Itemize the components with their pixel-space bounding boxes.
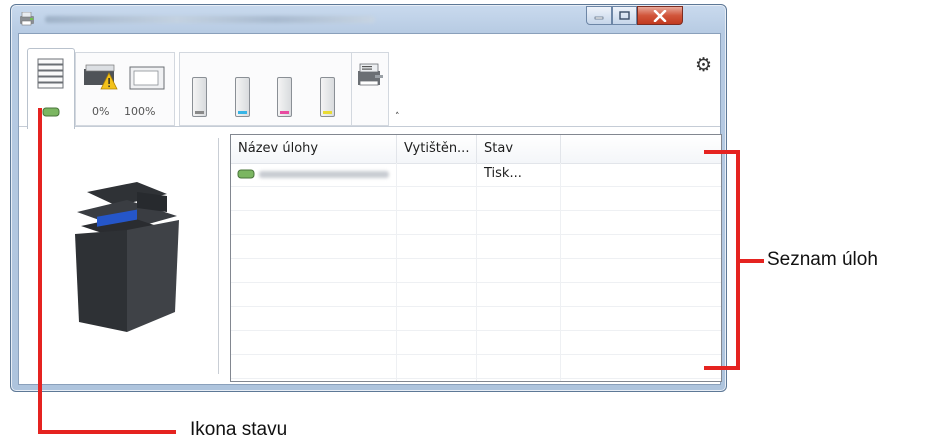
- maximize-button[interactable]: [612, 6, 637, 25]
- tray-percent-max: 100%: [124, 105, 156, 118]
- window-client-area: 0% 100% ˄ ⚙ Název úlohy Vytištěn... Stav…: [18, 33, 722, 385]
- status-toolbar: 0% 100% ˄ ⚙: [19, 34, 720, 129]
- table-row-empty: [231, 355, 721, 379]
- toner-magenta-icon: [277, 77, 292, 117]
- toner-cyan-level: [238, 111, 247, 114]
- job-list-callout-label: Seznam úloh: [767, 249, 878, 270]
- table-row-empty: [231, 259, 721, 283]
- panel-divider: [218, 138, 219, 374]
- toner-yellow-level: [323, 111, 332, 114]
- printer-device-icon: [358, 63, 383, 86]
- job-status-icon: [237, 169, 255, 179]
- job-list[interactable]: Název úlohy Vytištěn... Stav Tisk...: [230, 134, 722, 382]
- column-header-printed[interactable]: Vytištěn...: [397, 135, 477, 163]
- table-row-empty: [231, 283, 721, 307]
- job-status-cell: Tisk...: [484, 166, 522, 181]
- table-row-empty: [231, 211, 721, 235]
- table-row-empty: [231, 331, 721, 355]
- paper-tray-group[interactable]: 0% 100%: [75, 52, 175, 126]
- minimize-icon: [594, 16, 604, 19]
- toner-group[interactable]: [179, 52, 353, 126]
- table-row-empty: [231, 307, 721, 331]
- toner-yellow-icon: [320, 77, 335, 117]
- tab-jobs[interactable]: [27, 48, 75, 129]
- gear-icon[interactable]: ⚙: [695, 56, 712, 75]
- toner-magenta-level: [280, 111, 289, 114]
- printer-status-window: 0% 100% ˄ ⚙ Název úlohy Vytištěn... Stav…: [10, 4, 727, 392]
- paper-tray-warning-icon: [84, 64, 118, 90]
- device-tab[interactable]: [351, 52, 389, 126]
- status-callout-line: [38, 108, 42, 434]
- toner-cyan-icon: [235, 77, 250, 117]
- jobs-stack-icon: [37, 58, 64, 89]
- column-header-status[interactable]: Stav: [477, 135, 561, 163]
- tray-percent-min: 0%: [92, 105, 110, 118]
- job-name-cell: [259, 171, 389, 178]
- table-row-empty: [231, 235, 721, 259]
- status-indicator-icon: [42, 107, 60, 117]
- title-bar[interactable]: [11, 5, 726, 33]
- job-list-header: Název úlohy Vytištěn... Stav: [231, 135, 721, 164]
- paper-tray-icon: [129, 66, 165, 90]
- minimize-button[interactable]: [586, 6, 612, 25]
- callout-bracket-top: [704, 150, 740, 154]
- callout-bracket-bottom: [704, 366, 740, 370]
- table-row[interactable]: Tisk...: [231, 163, 721, 187]
- close-button[interactable]: [637, 6, 683, 25]
- printer-image: [75, 182, 179, 332]
- chevron-up-icon[interactable]: ˄: [395, 112, 400, 122]
- table-row-empty: [231, 187, 721, 211]
- printer-app-icon: [20, 12, 34, 26]
- close-icon: [653, 9, 667, 22]
- toner-black-icon: [192, 77, 207, 117]
- callout-pointer: [740, 259, 764, 263]
- toner-black-level: [195, 111, 204, 114]
- status-icon-callout-label: Ikona stavu: [190, 419, 288, 440]
- status-callout-line-horizontal: [38, 430, 176, 434]
- column-header-job-name[interactable]: Název úlohy: [231, 135, 397, 163]
- window-title: [45, 16, 375, 23]
- maximize-icon: [619, 10, 630, 20]
